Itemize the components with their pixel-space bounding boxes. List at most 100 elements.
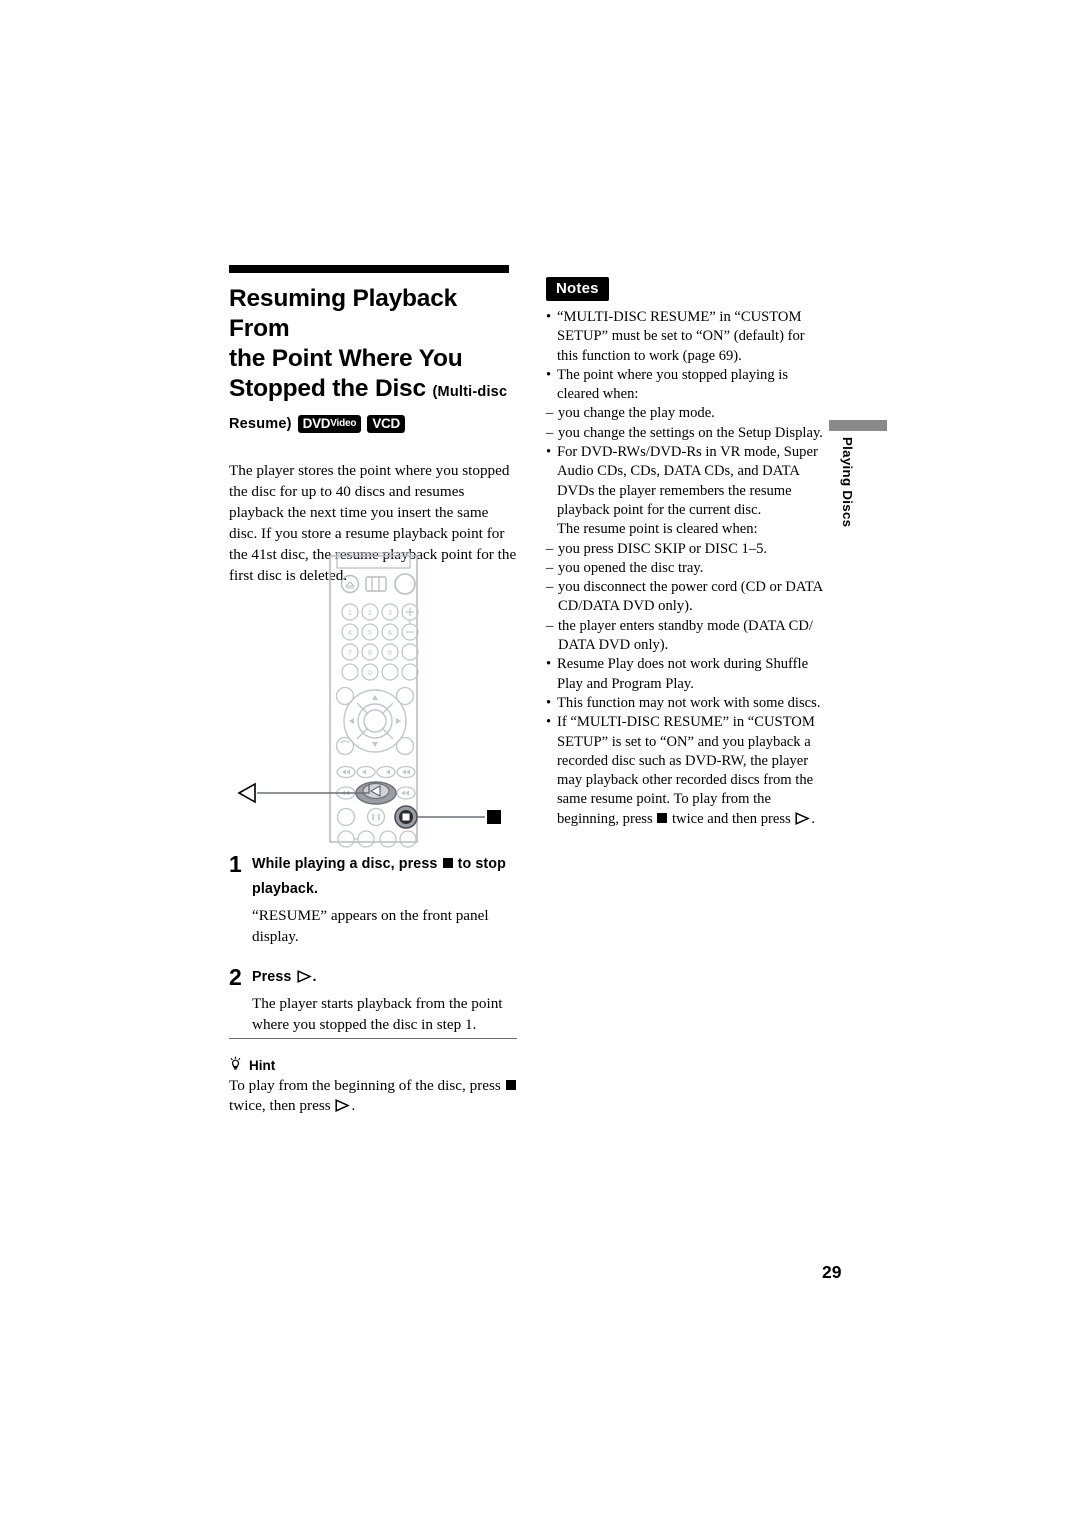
step-1-description: “RESUME” appears on the front panel disp… bbox=[252, 907, 489, 945]
callout-stop bbox=[417, 810, 501, 824]
callout-play bbox=[237, 782, 370, 804]
stop-square-icon bbox=[442, 858, 453, 868]
step-1: 1 While playing a disc, press to stop pl… bbox=[229, 852, 519, 947]
note-dash: – bbox=[546, 405, 554, 422]
page-title-suffix-1: (Multi-disc bbox=[432, 384, 508, 400]
hint-text-before: To play from the beginning of the disc, … bbox=[229, 1077, 501, 1095]
note-dash: – bbox=[546, 579, 554, 596]
step-2-description: The player starts playback from the poin… bbox=[252, 995, 503, 1033]
page-title: Resuming Playback From the Point Where Y… bbox=[229, 284, 517, 439]
stop-square-icon bbox=[505, 1080, 516, 1091]
page-title-line-4: Resume) DVD Video VCD bbox=[229, 409, 517, 439]
svg-text:1: 1 bbox=[348, 610, 352, 617]
page-number: 29 bbox=[822, 1262, 842, 1282]
svg-text:9: 9 bbox=[388, 650, 392, 657]
hint-text-middle: twice, then press bbox=[229, 1097, 331, 1115]
note-item: • The point where you stopped playing is… bbox=[546, 366, 826, 405]
play-triangle-outline-icon bbox=[296, 970, 312, 983]
page-title-suffix-2: Resume) bbox=[229, 416, 292, 432]
remote-top-row bbox=[340, 573, 416, 595]
note-item: – you change the settings on the Setup D… bbox=[546, 424, 826, 443]
step-2-number: 2 bbox=[229, 964, 242, 990]
note-text: you opened the disc tray. bbox=[558, 559, 704, 576]
note-bullet bbox=[546, 520, 557, 539]
note-item: • Resume Play does not work during Shuff… bbox=[546, 655, 826, 694]
note-bullet: • bbox=[546, 366, 552, 383]
hint-text: To play from the beginning of the disc, … bbox=[229, 1076, 517, 1116]
note-text: If “MULTI-DISC RESUME” in “CUSTOM SETUP”… bbox=[557, 713, 826, 829]
note-bullet: • bbox=[546, 444, 552, 461]
note-text-middle: twice and then press bbox=[671, 810, 791, 827]
note-bullet: • bbox=[546, 656, 552, 673]
svg-text:4: 4 bbox=[348, 630, 352, 637]
play-triangle-outline-icon bbox=[795, 811, 811, 825]
svg-text:5: 5 bbox=[368, 630, 372, 637]
svg-text:0: 0 bbox=[368, 670, 372, 677]
svg-text:7: 7 bbox=[348, 650, 352, 657]
hint-divider bbox=[229, 1038, 517, 1040]
note-text: This function may not work with some dis… bbox=[557, 694, 821, 711]
notes-badge: Notes bbox=[546, 277, 609, 301]
note-text-after: . bbox=[811, 810, 816, 827]
note-item: • This function may not work with some d… bbox=[546, 694, 826, 713]
stop-square-icon bbox=[657, 812, 668, 823]
note-bullet: • bbox=[546, 694, 552, 711]
lightbulb-icon bbox=[229, 1056, 242, 1074]
step-2-heading-after: . bbox=[312, 969, 317, 985]
step-2-heading: Press . bbox=[252, 965, 519, 990]
remote-transport-mini bbox=[336, 765, 416, 779]
note-dash: – bbox=[546, 424, 554, 441]
note-bullet: • bbox=[546, 309, 552, 325]
svg-text:8: 8 bbox=[368, 650, 372, 657]
page-title-line-3-text: Stopped the Disc bbox=[229, 375, 426, 402]
note-item: • “MULTI-DISC RESUME” in “CUSTOM SETUP” … bbox=[546, 308, 826, 366]
note-text: “MULTI-DISC RESUME” in “CUSTOM SETUP” mu… bbox=[557, 309, 805, 364]
note-bullet: • bbox=[546, 714, 552, 731]
page-title-line-1: Resuming Playback From bbox=[229, 285, 458, 342]
svg-text:2: 2 bbox=[368, 610, 372, 617]
steps-list: 1 While playing a disc, press to stop pl… bbox=[229, 852, 519, 1049]
note-item: – you press DISC SKIP or DISC 1–5. bbox=[546, 540, 826, 559]
remote-control-illustration: 1 2 3 4 5 6 7 8 9 0 bbox=[229, 550, 519, 850]
note-text: you press DISC SKIP or DISC 1–5. bbox=[558, 540, 768, 557]
step-1-number: 1 bbox=[229, 851, 242, 877]
step-1-heading: While playing a disc, press to stop play… bbox=[252, 852, 519, 902]
note-text: Resume Play does not work during Shuffle… bbox=[557, 656, 809, 692]
title-top-rule bbox=[229, 265, 509, 273]
svg-text:6: 6 bbox=[388, 630, 392, 637]
notes-list: • “MULTI-DISC RESUME” in “CUSTOM SETUP” … bbox=[546, 308, 826, 829]
note-text: you change the settings on the Setup Dis… bbox=[558, 424, 823, 441]
hint-label: Hint bbox=[249, 1057, 276, 1073]
side-tab-bar bbox=[829, 420, 887, 431]
step-2: 2 Press . The player starts playback fro… bbox=[229, 965, 519, 1035]
note-text: The resume point is cleared when: bbox=[557, 521, 758, 538]
svg-text:3: 3 bbox=[388, 610, 392, 617]
left-column: Resuming Playback From the Point Where Y… bbox=[229, 265, 517, 586]
hint-text-after: . bbox=[351, 1097, 356, 1115]
note-text: you change the play mode. bbox=[558, 405, 715, 422]
step-2-heading-before: Press bbox=[252, 969, 292, 985]
remote-dpad bbox=[335, 686, 415, 756]
page-title-line-2: the Point Where You bbox=[229, 345, 463, 372]
note-item: – you change the play mode. bbox=[546, 404, 826, 423]
remote-svg: 1 2 3 4 5 6 7 8 9 0 bbox=[237, 552, 501, 848]
note-dash: – bbox=[546, 540, 554, 557]
notes-column: Notes • “MULTI-DISC RESUME” in “CUSTOM S… bbox=[546, 277, 826, 829]
note-text: The point where you stopped playing is c… bbox=[557, 366, 789, 403]
manual-page: Resuming Playback From the Point Where Y… bbox=[0, 0, 1080, 1528]
note-text: For DVD-RWs/DVD-Rs in VR mode, Super Aud… bbox=[557, 444, 818, 518]
step-1-heading-before: While playing a disc, press bbox=[252, 856, 438, 872]
remote-stop-row bbox=[336, 805, 418, 829]
note-item: – you opened the disc tray. bbox=[546, 559, 826, 578]
side-tab: Playing Discs bbox=[826, 420, 887, 527]
note-item: – you disconnect the power cord (CD or D… bbox=[546, 578, 826, 617]
side-tab-label: Playing Discs bbox=[840, 437, 855, 528]
dvd-video-logo: DVD Video bbox=[297, 415, 362, 433]
note-item: The resume point is cleared when: bbox=[546, 520, 826, 539]
note-dash: – bbox=[546, 617, 554, 634]
note-text: the player enters standby mode (DATA CD/… bbox=[558, 617, 813, 654]
hint-block: Hint To play from the beginning of the d… bbox=[229, 1038, 517, 1116]
remote-keypad: 1 2 3 4 5 6 7 8 9 0 bbox=[341, 603, 419, 681]
play-triangle-outline-icon bbox=[335, 1099, 351, 1113]
note-item: – the player enters standby mode (DATA C… bbox=[546, 617, 826, 656]
